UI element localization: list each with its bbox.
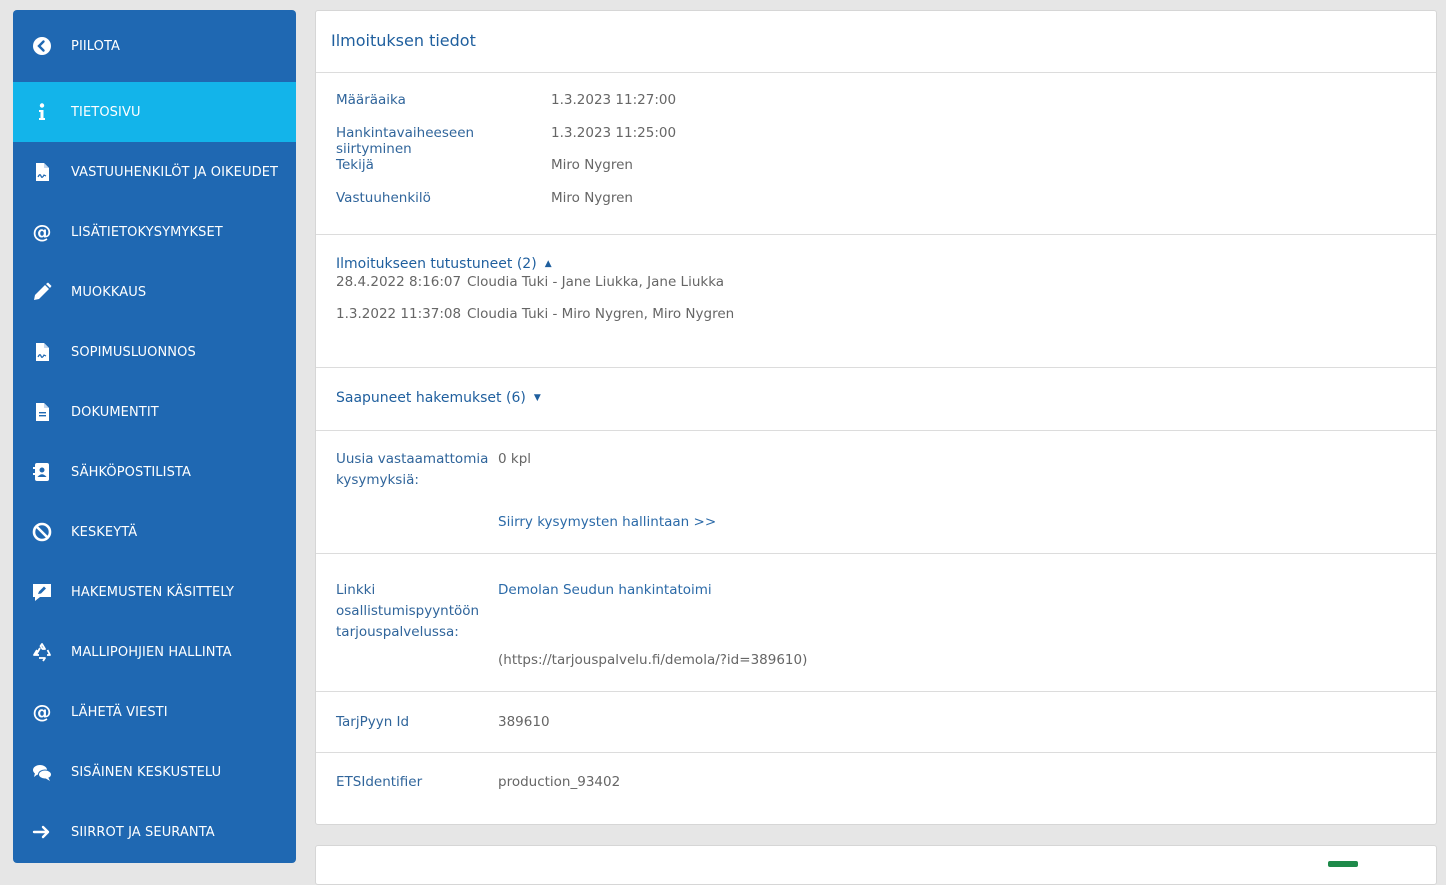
recycle-icon [31,641,53,663]
tarjpyyn-row: TarjPyyn Id 389610 [336,712,1416,733]
caret-down-icon: ▼ [533,393,541,403]
questions-management-link[interactable]: Siirry kysymysten hallintaan >> [498,512,716,533]
detail-label: Määräaika [336,92,406,108]
detail-value: Miro Nygren [551,157,633,173]
sidebar-item-contract-draft[interactable]: SOPIMUSLUONNOS [13,322,296,382]
comment-edit-icon [31,581,53,603]
list-item: 1.3.2022 11:37:08 Cloudia Tuki - Miro Ny… [336,306,1416,338]
detail-value: 1.3.2023 11:27:00 [551,92,677,108]
chevron-left-icon [31,35,53,57]
sidebar-item-documents[interactable]: DOKUMENTIT [13,382,296,442]
detail-label: Vastuuhenkilö [336,189,431,206]
sidebar-item-label: SISÄINEN KESKUSTELU [71,764,222,780]
tender-service-url: (https://tarjouspalvelu.fi/demola/?id=38… [498,652,808,668]
tarjpyyn-section: TarjPyyn Id 389610 [316,692,1436,753]
detail-label: Hankintavaiheeseen siirtyminen [336,124,475,157]
contact-card-icon [31,461,53,483]
at-icon: @ [31,221,53,243]
ets-value: production_93402 [498,774,621,790]
applications-title: Saapuneet hakemukset (6) [336,390,526,406]
sidebar-item-label: SÄHKÖPOSTILISTA [71,464,191,480]
ets-section: ETSIdentifier production_93402 [316,753,1436,813]
sidebar-item-edit[interactable]: MUOKKAUS [13,262,296,322]
sidebar-item-template-management[interactable]: MALLIPOHJIEN HALLINTA [13,622,296,682]
signed-document-icon [31,161,53,183]
sidebar-item-label: TIETOSIVU [71,104,141,120]
svg-text:@: @ [32,222,51,242]
sidebar-item-send-message[interactable]: @ LÄHETÄ VIESTI [13,682,296,742]
detail-value: 1.3.2023 11:25:00 [551,124,677,141]
tender-link-row: Linkki osallistumispyyntöön tarjouspalve… [336,580,1416,671]
detail-row-procurement-phase: Hankintavaiheeseen siirtyminen 1.3.2023 … [336,125,1416,158]
detail-value: Miro Nygren [551,189,633,206]
sidebar-item-label: MALLIPOHJIEN HALLINTA [71,644,232,660]
applications-toggle[interactable]: Saapuneet hakemukset (6) ▼ [336,390,1416,406]
sidebar-item-label: SIIRROT JA SEURANTA [71,824,215,840]
viewer-name: Cloudia Tuki - Miro Nygren, Miro Nygren [467,306,735,322]
sidebar-item-label: LÄHETÄ VIESTI [71,704,168,720]
questions-count: 0 kpl [498,451,532,467]
sidebar-item-responsibles[interactable]: VASTUUHENKILÖT JA OIKEUDET [13,142,296,202]
signed-document-icon [31,341,53,363]
applications-section: Saapuneet hakemukset (6) ▼ [316,368,1436,431]
detail-row-responsible: Vastuuhenkilö Miro Nygren [336,190,1416,223]
tarjpyyn-label: TarjPyyn Id [336,714,410,730]
viewers-section: Ilmoitukseen tutustuneet (2) ▲ 28.4.2022… [316,235,1436,368]
viewer-name: Cloudia Tuki - Jane Liukka, Jane Liukka [467,274,725,290]
ban-icon [31,521,53,543]
questions-label: Uusia vastaamattomia kysymyksiä: [336,451,489,488]
sidebar-item-label: PIILOTA [71,38,121,54]
tarjpyyn-value: 389610 [498,714,550,730]
sidebar-item-hide[interactable]: PIILOTA [13,10,296,82]
chat-bubbles-icon [31,761,53,783]
ets-label: ETSIdentifier [336,774,423,790]
details-section: Määräaika 1.3.2023 11:27:00 Hankintavaih… [316,73,1436,235]
questions-section: Uusia vastaamattomia kysymyksiä: 0 kpl S… [316,431,1436,554]
tender-service-link[interactable]: Demolan Seudun hankintatoimi [498,580,807,601]
info-icon [31,101,53,123]
viewers-toggle[interactable]: Ilmoitukseen tutustuneet (2) ▲ [336,256,1416,272]
list-item: 28.4.2022 8:16:07 Cloudia Tuki - Jane Li… [336,274,1416,306]
document-icon [31,401,53,423]
sidebar-item-label: KESKEYTÄ [71,524,138,540]
svg-text:@: @ [32,702,51,722]
sidebar-item-transfers-tracking[interactable]: SIIRROT JA SEURANTA [13,802,296,862]
caret-up-icon: ▲ [544,259,552,269]
sidebar-item-application-handling[interactable]: HAKEMUSTEN KÄSITTELY [13,562,296,622]
sidebar-item-suspend[interactable]: KESKEYTÄ [13,502,296,562]
questions-row: Uusia vastaamattomia kysymyksiä: 0 kpl S… [336,449,1416,533]
arrow-right-icon [31,821,53,843]
pencil-icon [31,281,53,303]
notice-details-card: Ilmoituksen tiedot Määräaika 1.3.2023 11… [315,10,1437,825]
detail-label: Tekijä [336,157,374,173]
tender-link-section: Linkki osallistumispyyntöön tarjouspalve… [316,554,1436,692]
sidebar-item-label: MUOKKAUS [71,284,147,300]
detail-row-author: Tekijä Miro Nygren [336,157,1416,190]
at-icon: @ [31,701,53,723]
sidebar-item-email-list[interactable]: SÄHKÖPOSTILISTA [13,442,296,502]
sidebar-item-label: SOPIMUSLUONNOS [71,344,196,360]
sidebar-item-label: LISÄTIETOKYSYMYKSET [71,224,223,240]
sidebar-nav: PIILOTA TIETOSIVU VASTUUHENKILÖT JA OIKE… [13,10,296,863]
card-title: Ilmoituksen tiedot [316,11,1436,73]
next-card [315,845,1437,885]
viewer-date: 1.3.2022 11:37:08 [336,306,462,322]
sidebar-item-label: DOKUMENTIT [71,404,159,420]
detail-row-deadline: Määräaika 1.3.2023 11:27:00 [336,92,1416,125]
viewers-title: Ilmoitukseen tutustuneet (2) [336,256,537,272]
sidebar-item-info-page[interactable]: TIETOSIVU [13,82,296,142]
sidebar-item-label: VASTUUHENKILÖT JA OIKEUDET [71,164,279,180]
sidebar-item-additional-questions[interactable]: @ LISÄTIETOKYSYMYKSET [13,202,296,262]
status-indicator [1328,861,1358,867]
tender-link-label: Linkki osallistumispyyntöön tarjouspalve… [336,582,480,640]
viewer-date: 28.4.2022 8:16:07 [336,274,462,290]
sidebar-item-label: HAKEMUSTEN KÄSITTELY [71,584,235,600]
sidebar-item-internal-discussion[interactable]: SISÄINEN KESKUSTELU [13,742,296,802]
ets-row: ETSIdentifier production_93402 [336,772,1416,793]
